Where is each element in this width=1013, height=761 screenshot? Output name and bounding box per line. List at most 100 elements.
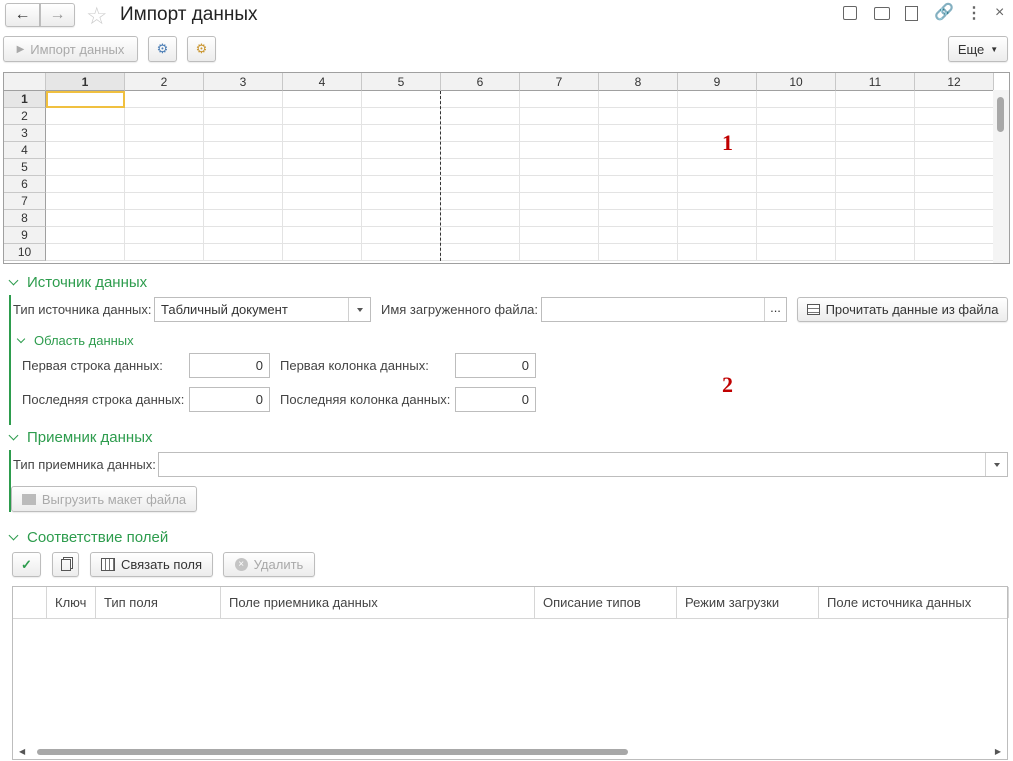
sheet-cell[interactable] (283, 210, 362, 227)
receiver-type-select[interactable] (158, 452, 1008, 477)
column-header[interactable]: 1 (46, 73, 125, 91)
sheet-cell[interactable] (757, 108, 836, 125)
sheet-cell[interactable] (757, 176, 836, 193)
sheet-cell[interactable] (520, 91, 599, 108)
sheet-cell[interactable] (520, 142, 599, 159)
source-section-header[interactable]: Источник данных (6, 274, 147, 291)
sheet-cell[interactable] (46, 193, 125, 210)
sheet-cell[interactable] (204, 159, 283, 176)
sheet-cell[interactable] (599, 227, 678, 244)
settings-load-button[interactable]: ⚙ (187, 36, 216, 62)
sheet-cell[interactable] (441, 142, 520, 159)
row-header[interactable]: 10 (4, 244, 46, 261)
column-header[interactable]: 6 (441, 73, 520, 91)
sheet-cell[interactable] (204, 108, 283, 125)
sheet-cell[interactable] (441, 108, 520, 125)
sheet-cell[interactable] (915, 108, 994, 125)
sheet-cell[interactable] (757, 227, 836, 244)
sheet-cell[interactable] (125, 91, 204, 108)
sheet-cell[interactable] (204, 176, 283, 193)
sheet-cell[interactable] (520, 210, 599, 227)
sheet-cell[interactable] (46, 210, 125, 227)
sheet-cell[interactable] (441, 159, 520, 176)
sheet-cell[interactable] (915, 227, 994, 244)
link-icon[interactable]: 🔗 (934, 2, 954, 22)
sheet-cell[interactable] (757, 125, 836, 142)
sheet-cell[interactable] (915, 193, 994, 210)
sheet-cell[interactable] (836, 176, 915, 193)
sheet-cell[interactable] (283, 142, 362, 159)
sheet-cell[interactable] (678, 193, 757, 210)
column-header[interactable]: 8 (599, 73, 678, 91)
column-header[interactable]: 7 (520, 73, 599, 91)
sheet-cell[interactable] (836, 125, 915, 142)
sheet-cell[interactable] (441, 193, 520, 210)
column-header[interactable]: 11 (836, 73, 915, 91)
sheet-cell[interactable] (836, 227, 915, 244)
sheet-cell[interactable] (915, 244, 994, 261)
favorite-star-icon[interactable]: ☆ (86, 2, 108, 31)
sheet-cell[interactable] (441, 176, 520, 193)
sheet-cell[interactable] (362, 227, 441, 244)
export-template-button[interactable]: Выгрузить макет файла (11, 486, 197, 512)
row-header[interactable]: 2 (4, 108, 46, 125)
sheet-cell[interactable] (520, 108, 599, 125)
column-header[interactable]: 2 (125, 73, 204, 91)
sheet-cell[interactable] (757, 210, 836, 227)
row-header[interactable]: 4 (4, 142, 46, 159)
column-header[interactable]: 5 (362, 73, 441, 91)
row-header[interactable]: 3 (4, 125, 46, 142)
sheet-cell[interactable] (125, 227, 204, 244)
sheet-cell[interactable] (204, 210, 283, 227)
table-column-header[interactable]: Режим загрузки (677, 587, 819, 618)
sheet-cell[interactable] (915, 176, 994, 193)
sheet-cell[interactable] (125, 193, 204, 210)
sheet-cell[interactable] (46, 244, 125, 261)
sheet-cell[interactable] (283, 91, 362, 108)
forward-button[interactable]: → (40, 3, 75, 27)
sheet-cell[interactable] (678, 142, 757, 159)
sheet-cell[interactable] (362, 176, 441, 193)
sheet-cell[interactable] (678, 91, 757, 108)
row-header[interactable]: 9 (4, 227, 46, 244)
vertical-scrollbar[interactable] (993, 90, 1009, 263)
close-icon[interactable]: × (995, 4, 1004, 22)
sheet-cell[interactable] (599, 91, 678, 108)
sheet-cell[interactable] (362, 193, 441, 210)
import-data-button[interactable]: ▶ Импорт данных (3, 36, 138, 62)
sheet-cell[interactable] (599, 193, 678, 210)
sheet-cell[interactable] (125, 142, 204, 159)
table-column-header[interactable]: Ключ (47, 587, 96, 618)
row-header[interactable]: 5 (4, 159, 46, 176)
row-header[interactable]: 8 (4, 210, 46, 227)
selected-cell[interactable] (46, 91, 125, 108)
last-col-input[interactable]: 0 (455, 387, 536, 412)
sheet-cell[interactable] (915, 125, 994, 142)
sheet-cell[interactable] (915, 142, 994, 159)
sheet-cell[interactable] (46, 159, 125, 176)
sheet-cell[interactable] (757, 91, 836, 108)
scrollbar-thumb[interactable] (997, 97, 1004, 132)
dropdown-arrow-icon[interactable] (985, 453, 1007, 476)
row-header[interactable]: 7 (4, 193, 46, 210)
sheet-cell[interactable] (46, 142, 125, 159)
sheet-cell[interactable] (836, 193, 915, 210)
back-button[interactable]: ← (5, 3, 40, 27)
link-fields-button[interactable]: Связать поля (90, 552, 213, 577)
sheet-cell[interactable] (915, 159, 994, 176)
sheet-cell[interactable] (678, 210, 757, 227)
file-name-input[interactable]: ... (541, 297, 787, 322)
first-row-input[interactable]: 0 (189, 353, 270, 378)
scroll-right-icon[interactable]: ▶ (995, 747, 1001, 756)
sheet-cell[interactable] (599, 176, 678, 193)
sheet-cell[interactable] (520, 227, 599, 244)
sheet-cell[interactable] (836, 91, 915, 108)
sheet-cell[interactable] (46, 125, 125, 142)
sheet-cell[interactable] (520, 159, 599, 176)
more-vertical-icon[interactable]: ⋮ (966, 3, 982, 23)
sheet-cell[interactable] (283, 227, 362, 244)
table-column-header[interactable]: Тип поля (96, 587, 221, 618)
scroll-left-icon[interactable]: ◀ (19, 747, 25, 756)
sheet-cell[interactable] (757, 159, 836, 176)
sheet-cell[interactable] (204, 91, 283, 108)
